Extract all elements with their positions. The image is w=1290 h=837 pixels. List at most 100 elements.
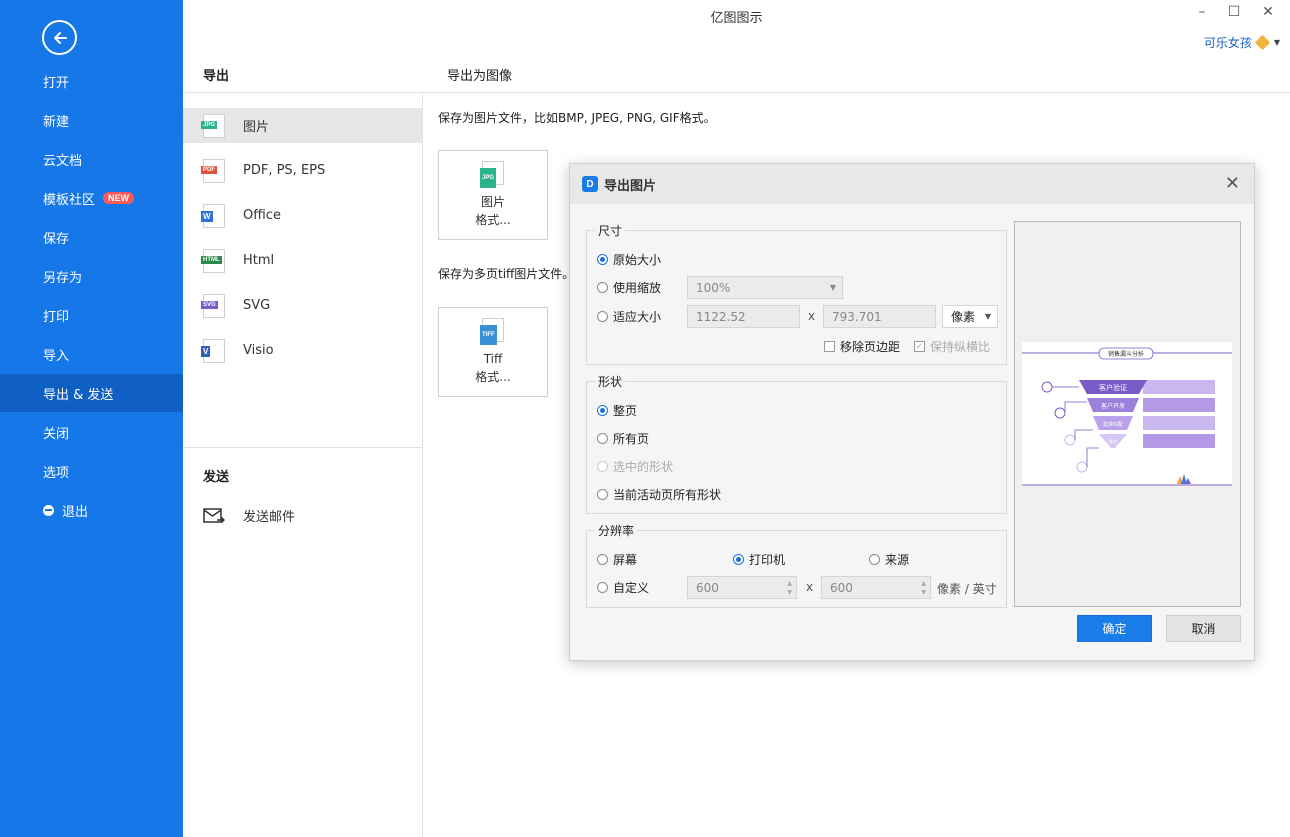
- maximize-icon[interactable]: ☐: [1224, 4, 1244, 20]
- cancel-button[interactable]: 取消: [1166, 615, 1241, 642]
- stepper-arrows-icon: ▲ ▼: [787, 580, 792, 596]
- close-icon[interactable]: ✕: [1225, 173, 1240, 194]
- column-divider: [422, 92, 423, 837]
- sidebar-item-label: 选项: [43, 465, 70, 481]
- sidebar-item-close[interactable]: 关闭: [0, 413, 183, 451]
- shape-selected-radio[interactable]: 选中的形状: [597, 458, 673, 475]
- keep-ratio-checkbox[interactable]: ✓ 保持纵横比: [914, 338, 990, 355]
- format-label: 图片: [243, 120, 270, 135]
- user-account[interactable]: 可乐女孩 ▼: [1204, 34, 1280, 51]
- remove-margin-checkbox[interactable]: 移除页边距: [824, 338, 900, 355]
- sidebar-item-label: 保存: [43, 231, 70, 247]
- user-name: 可乐女孩: [1203, 36, 1252, 50]
- sidebar-item-exit[interactable]: 退出: [0, 491, 183, 529]
- sidebar-item-label: 打开: [43, 75, 70, 91]
- sidebar-item-label: 关闭: [43, 426, 70, 442]
- resolution-y-stepper[interactable]: 600 ▲ ▼: [821, 576, 931, 599]
- resolution-group: 分辨率 屏幕 打印机 来源 自定义 600 ▲ ▼ x 600 ▲ ▼ 像素 / 英寸: [586, 522, 1007, 608]
- format-item-office[interactable]: W Office: [183, 198, 422, 233]
- format-label: Html: [243, 253, 275, 268]
- sidebar-item-export-send[interactable]: 导出 & 发送: [0, 374, 183, 412]
- html-file-icon: HTML: [201, 248, 225, 273]
- format-label: Visio: [243, 343, 274, 358]
- sidebar-item-label: 模板社区: [43, 192, 96, 208]
- button-line-2: 格式...: [475, 213, 511, 227]
- format-item-image[interactable]: JPG 图片: [183, 108, 422, 143]
- shape-whole-page-radio[interactable]: 整页: [597, 402, 637, 419]
- jpg-file-icon: JPG: [480, 161, 504, 188]
- sidebar-item-print[interactable]: 打印: [0, 296, 183, 334]
- sidebar-item-label: 导出 & 发送: [43, 387, 114, 403]
- stepper-arrows-icon: ▲ ▼: [921, 580, 926, 596]
- scale-dropdown[interactable]: 100% ▼: [687, 276, 843, 299]
- svg-file-icon: SVG: [201, 293, 225, 318]
- shape-group: 形状 整页 所有页 选中的形状 当前活动页所有形状: [586, 373, 1007, 514]
- times-sign: x: [806, 580, 814, 594]
- send-heading: 发送: [203, 470, 230, 485]
- format-item-html[interactable]: HTML Html: [183, 243, 422, 278]
- ok-button[interactable]: 确定: [1077, 615, 1152, 642]
- tiff-format-button[interactable]: TIFF Tiff 格式...: [438, 307, 548, 397]
- resolution-x-stepper[interactable]: 600 ▲ ▼: [687, 576, 797, 599]
- image-format-button[interactable]: JPG 图片 格式...: [438, 150, 548, 240]
- export-heading: 导出: [203, 69, 230, 84]
- vip-diamond-icon: [1254, 34, 1271, 51]
- send-email-label: 发送邮件: [243, 510, 296, 525]
- size-original-radio[interactable]: 原始大小: [597, 251, 661, 268]
- funnel-stage-2: 客户开发: [1101, 402, 1125, 410]
- button-line-2: 格式...: [475, 370, 511, 384]
- funnel-preview-image: 销售漏斗分析 客户验证 客户开发 需求匹配 签约: [1022, 342, 1232, 486]
- section-divider: [183, 447, 422, 448]
- send-email-item[interactable]: 发送邮件: [183, 498, 422, 533]
- funnel-stage-3: 需求匹配: [1103, 421, 1123, 428]
- image-description: 保存为图片文件，比如BMP, JPEG, PNG, GIF格式。: [438, 111, 716, 125]
- size-fit-radio[interactable]: 适应大小: [597, 308, 661, 325]
- visio-file-icon: V: [201, 338, 225, 363]
- sidebar-item-import[interactable]: 导入: [0, 335, 183, 373]
- sidebar-item-label: 云文档: [43, 153, 83, 169]
- format-item-pdf[interactable]: PDF PDF, PS, EPS: [183, 153, 422, 188]
- size-scale-radio[interactable]: 使用缩放: [597, 279, 661, 296]
- window-title: 亿图图示: [710, 11, 763, 26]
- height-input[interactable]: 793.701: [823, 305, 936, 328]
- close-window-icon[interactable]: ✕: [1258, 4, 1278, 20]
- tiff-description: 保存为多页tiff图片文件。: [438, 267, 575, 281]
- resolution-unit: 像素 / 英寸: [937, 582, 997, 596]
- sidebar-item-cloud-docs[interactable]: 云文档: [0, 140, 183, 178]
- content-heading: 导出为图像: [447, 69, 513, 84]
- button-line-1: 图片: [480, 195, 505, 209]
- resolution-source-radio[interactable]: 来源: [869, 551, 909, 568]
- sidebar-item-options[interactable]: 选项: [0, 452, 183, 490]
- header-divider: [183, 92, 1290, 93]
- back-button[interactable]: [42, 20, 77, 55]
- size-group: 尺寸 原始大小 使用缩放 100% ▼ 适应大小 1122.52 x 793.70…: [586, 222, 1007, 365]
- minimize-icon[interactable]: –: [1192, 4, 1212, 20]
- format-item-visio[interactable]: V Visio: [183, 333, 422, 368]
- sidebar-item-open[interactable]: 打开: [0, 62, 183, 100]
- format-item-svg[interactable]: SVG SVG: [183, 288, 422, 323]
- shape-all-pages-radio[interactable]: 所有页: [597, 430, 649, 447]
- format-label: SVG: [243, 298, 271, 313]
- sidebar-item-save-as[interactable]: 另存为: [0, 257, 183, 295]
- minus-circle-icon: [43, 504, 54, 516]
- export-image-dialog: D 导出图片 ✕ 尺寸 原始大小 使用缩放 100% ▼ 适应大小 1122.52…: [569, 163, 1255, 661]
- dialog-header: D 导出图片 ✕: [570, 164, 1254, 204]
- chevron-down-icon: ▼: [984, 312, 991, 321]
- shape-active-page-radio[interactable]: 当前活动页所有形状: [597, 486, 721, 503]
- chevron-down-icon: ▼: [829, 283, 836, 292]
- sidebar-item-template-community[interactable]: 模板社区 NEW: [0, 179, 183, 217]
- sidebar-item-label: 新建: [43, 114, 70, 130]
- sidebar-item-new[interactable]: 新建: [0, 101, 183, 139]
- sidebar-item-save[interactable]: 保存: [0, 218, 183, 256]
- resolution-printer-radio[interactable]: 打印机: [733, 551, 785, 568]
- resolution-custom-radio[interactable]: 自定义: [597, 579, 649, 596]
- dialog-title: 导出图片: [604, 178, 657, 194]
- unit-dropdown[interactable]: 像素 ▼: [942, 305, 998, 328]
- sidebar-item-label: 退出: [62, 504, 89, 520]
- mail-send-icon: [203, 507, 225, 523]
- format-label: PDF, PS, EPS: [243, 163, 326, 178]
- resolution-screen-radio[interactable]: 屏幕: [597, 551, 637, 568]
- width-input[interactable]: 1122.52: [687, 305, 800, 328]
- sidebar-item-label: 另存为: [43, 270, 83, 286]
- new-badge: NEW: [103, 192, 135, 204]
